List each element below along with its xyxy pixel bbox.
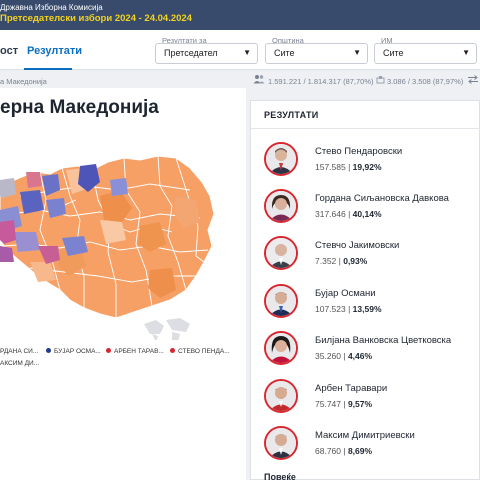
candidate-name: Стево Пендаровски xyxy=(315,146,403,157)
avatar-pendarovski-icon xyxy=(264,142,298,176)
candidate-name: Стевчо Јакимовски xyxy=(315,240,400,251)
map-title: ерна Македонија xyxy=(0,97,159,118)
candidate-votes: 75.747 | 9,57% xyxy=(315,399,373,409)
tab-results[interactable]: Резултати xyxy=(27,45,82,57)
candidate-votes: 157.585 | 19,92% xyxy=(315,162,382,172)
legend-label: БУЈАР ОСМА... xyxy=(54,348,101,355)
candidate-name: Бујар Османи xyxy=(315,288,376,299)
top-header: Државна Изборна Комисија Претседателски … xyxy=(0,0,480,30)
candidate-votes: 7.352 | 0,93% xyxy=(315,256,368,266)
stations-stat: 3.086 / 3.508 (87,97%) xyxy=(387,77,464,86)
navbar: ост Резултати Резултати за Претседател ▼… xyxy=(0,30,480,70)
legend-item[interactable]: СТЕВО ПЕНДА... xyxy=(170,348,230,355)
voters-stat: 1.591.221 / 1.814.317 (87,70%) xyxy=(268,77,374,86)
candidate-row[interactable]: Арбен Таравари 75.747 | 9,57% xyxy=(264,379,480,425)
legend-item[interactable]: БУЈАР ОСМА... xyxy=(46,348,101,355)
candidate-name: Билјана Ванковска Цветковска xyxy=(315,335,452,346)
legend-dot xyxy=(170,348,175,353)
swap-arrows-icon[interactable] xyxy=(467,75,479,84)
candidate-name: Гордана Сиљановска Давкова xyxy=(315,193,449,204)
organization-name: Државна Изборна Комисија xyxy=(0,3,103,12)
name-filter-select[interactable]: Сите ▼ xyxy=(374,43,477,64)
chevron-down-icon: ▼ xyxy=(243,48,251,57)
world-locator-icon xyxy=(144,318,190,340)
people-icon xyxy=(253,75,265,84)
candidate-row[interactable]: Гордана Сиљановска Давкова 317.646 | 40,… xyxy=(264,189,480,235)
legend-dot xyxy=(106,348,111,353)
election-title: Претседателски избори 2024 - 24.04.2024 xyxy=(0,13,192,24)
legend-item[interactable]: АКСИМ ДИ... xyxy=(0,360,39,367)
name-filter-value: Сите xyxy=(383,48,404,58)
results-divider xyxy=(251,128,480,129)
active-tab-indicator xyxy=(24,68,72,70)
candidate-name: Арбен Таравари xyxy=(315,383,388,394)
legend-label: АКСИМ ДИ... xyxy=(0,360,40,367)
candidate-votes: 107.523 | 13,59% xyxy=(315,304,382,314)
breadcrumb[interactable]: а Македонија xyxy=(0,77,47,86)
legend-label: РДАНА СИ... xyxy=(0,348,39,355)
avatar-osmani-icon xyxy=(264,284,298,318)
avatar-dimitrievski-icon xyxy=(264,426,298,460)
municipality-select[interactable]: Сите ▼ xyxy=(265,43,368,64)
municipality-value: Сите xyxy=(274,48,295,58)
tab-previous[interactable]: ост xyxy=(0,45,18,57)
avatar-siljanovska-icon xyxy=(264,189,298,223)
results-for-select[interactable]: Претседател ▼ xyxy=(155,43,258,64)
results-header: РЕЗУЛТАТИ xyxy=(264,110,319,120)
candidate-row[interactable]: Стевчо Јакимовски 7.352 | 0,93% xyxy=(264,236,480,282)
legend-item[interactable]: АРБЕН ТАРАВ... xyxy=(106,348,164,355)
chevron-down-icon: ▼ xyxy=(353,48,361,57)
legend-item[interactable]: РДАНА СИ... xyxy=(0,348,38,355)
more-results-link[interactable]: Повеќе xyxy=(264,472,296,480)
candidate-row[interactable]: Максим Димитриевски 68.760 | 8,69% xyxy=(264,426,480,472)
legend-label: СТЕВО ПЕНДА... xyxy=(178,348,230,355)
chevron-down-icon: ▼ xyxy=(462,48,470,57)
candidate-votes: 35.260 | 4,46% xyxy=(315,351,373,361)
results-for-value: Претседател xyxy=(164,48,218,58)
map-legend: РДАНА СИ... БУЈАР ОСМА... АРБЕН ТАРАВ...… xyxy=(0,346,246,376)
avatar-vankovska-icon xyxy=(264,331,298,365)
candidate-row[interactable]: Билјана Ванковска Цветковска 35.260 | 4,… xyxy=(264,331,480,377)
avatar-taravari-icon xyxy=(264,379,298,413)
candidate-name: Максим Димитриевски xyxy=(315,430,415,441)
municipality-map[interactable] xyxy=(0,150,246,340)
candidate-votes: 68.760 | 8,69% xyxy=(315,446,373,456)
candidate-row[interactable]: Стево Пендаровски 157.585 | 19,92% xyxy=(264,142,480,188)
avatar-jakimovski-icon xyxy=(264,236,298,270)
candidate-row[interactable]: Бујар Османи 107.523 | 13,59% xyxy=(264,284,480,330)
legend-dot xyxy=(46,348,51,353)
candidate-votes: 317.646 | 40,14% xyxy=(315,209,382,219)
legend-label: АРБЕН ТАРАВ... xyxy=(114,348,164,355)
polling-station-icon xyxy=(376,76,385,84)
